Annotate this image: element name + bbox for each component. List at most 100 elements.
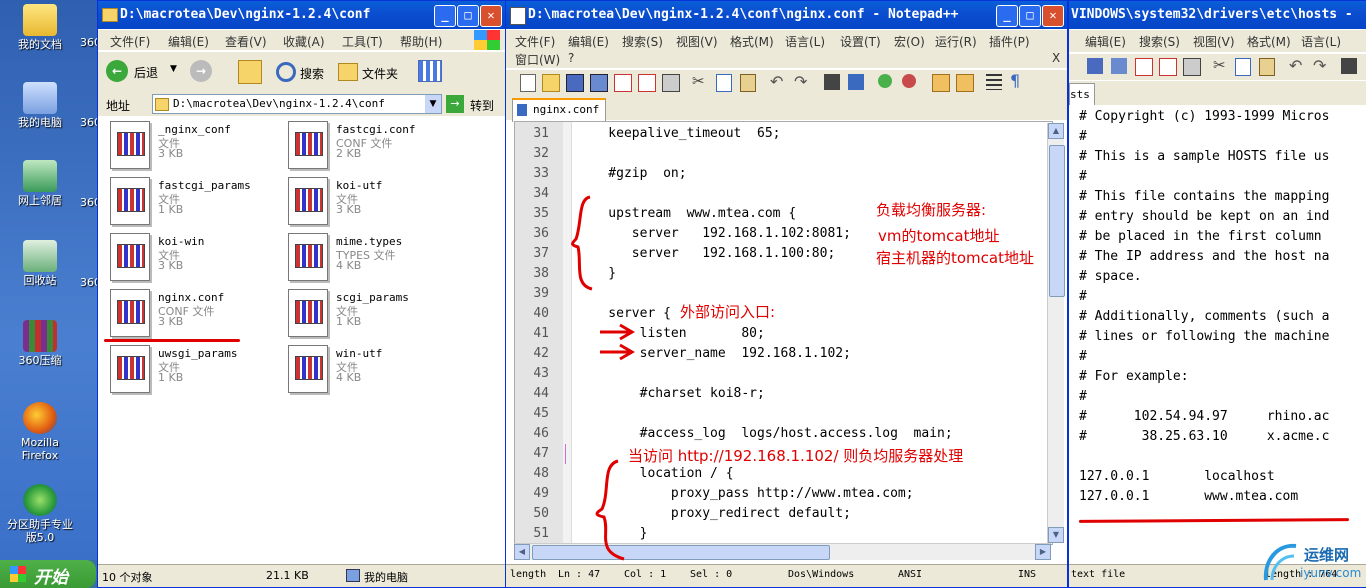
file-item[interactable]: fastcgi.conf CONF 文件 2 KB [288, 121, 458, 173]
print-icon[interactable] [1183, 58, 1201, 76]
desktop-icon-my-documents[interactable]: 我的文档 [4, 4, 76, 51]
print-icon[interactable] [662, 74, 680, 92]
menu-language[interactable]: 语言(L) [785, 33, 825, 50]
menu-edit[interactable]: 编辑(E) [568, 33, 609, 50]
file-item[interactable]: mime.types TYPES 文件 4 KB [288, 233, 458, 285]
zoom-in-icon[interactable] [878, 74, 892, 88]
menu-format[interactable]: 格式(M) [730, 33, 774, 50]
menu-help[interactable]: 帮助(H) [400, 33, 442, 50]
menu-tools[interactable]: 工具(T) [342, 33, 383, 50]
close-icon[interactable]: ✕ [480, 5, 502, 27]
save-icon[interactable] [1087, 58, 1103, 74]
menu-search[interactable]: 搜索(S) [1139, 33, 1180, 50]
hosts-titlebar[interactable]: VINDOWS\system32\drivers\etc\hosts - [1069, 1, 1366, 29]
file-item[interactable]: nginx.conf CONF 文件 3 KB [110, 289, 280, 341]
redo-icon[interactable]: ↷ [1313, 56, 1326, 75]
desktop-icon-partition-assistant[interactable]: 分区助手专业版5.0 [4, 484, 76, 544]
menu-edit[interactable]: 编辑(E) [168, 33, 209, 50]
menu-favorites[interactable]: 收藏(A) [283, 33, 325, 50]
file-item[interactable]: win-utf 文件 4 KB [288, 345, 458, 397]
hosts-editor[interactable]: # Copyright (c) 1993-1999 Micros # # This … [1069, 105, 1366, 563]
menu-macro[interactable]: 宏(O) [894, 33, 925, 50]
go-button[interactable]: → 转到 [446, 94, 500, 114]
notepadpp-titlebar[interactable]: D:\macrotea\Dev\nginx-1.2.4\conf\nginx.c… [506, 1, 1067, 29]
views-icon[interactable] [418, 60, 442, 82]
menu-format[interactable]: 格式(M) [1247, 33, 1291, 50]
minimize-icon[interactable]: _ [996, 5, 1018, 27]
open-file-icon[interactable] [542, 74, 560, 92]
scroll-up-icon[interactable]: ▲ [1048, 123, 1064, 139]
cut-icon[interactable]: ✂ [1213, 56, 1226, 74]
paste-icon[interactable] [740, 74, 756, 92]
cut-icon[interactable]: ✂ [692, 72, 705, 90]
word-wrap-icon[interactable] [986, 74, 1002, 90]
tab-nginx-conf[interactable]: nginx.conf [512, 98, 606, 122]
close-all-icon[interactable] [1159, 58, 1177, 76]
undo-icon[interactable]: ↶ [1289, 56, 1302, 75]
desktop-icon-network[interactable]: 网上邻居 [4, 160, 76, 207]
scroll-down-icon[interactable]: ▼ [1048, 527, 1064, 543]
menu-settings[interactable]: 设置(T) [840, 33, 881, 50]
menu-edit[interactable]: 编辑(E) [1085, 33, 1126, 50]
address-input[interactable]: D:\macrotea\Dev\nginx-1.2.4\conf ▼ [152, 94, 442, 114]
undo-icon[interactable]: ↶ [770, 72, 783, 91]
sync-vertical-icon[interactable] [932, 74, 950, 92]
close-file-icon[interactable] [614, 74, 632, 92]
desktop-icon-my-computer[interactable]: 我的电脑 [4, 82, 76, 129]
file-item[interactable]: _nginx_conf 文件 3 KB [110, 121, 280, 173]
close-all-icon[interactable] [638, 74, 656, 92]
menu-help[interactable]: ? [568, 51, 574, 65]
copy-icon[interactable] [1235, 58, 1251, 76]
vertical-scrollbar[interactable]: ▲ ▼ [1047, 123, 1065, 543]
save-icon[interactable] [566, 74, 584, 92]
paste-icon[interactable] [1259, 58, 1275, 76]
close-icon[interactable]: ✕ [1042, 5, 1064, 27]
file-item[interactable]: fastcgi_params 文件 1 KB [110, 177, 280, 229]
search-button[interactable]: 搜索 [274, 59, 332, 85]
menu-window[interactable]: 窗口(W) [515, 51, 560, 68]
file-item[interactable]: koi-utf 文件 3 KB [288, 177, 458, 229]
menu-view[interactable]: 视图(V) [676, 33, 718, 50]
folders-button[interactable]: 文件夹 [336, 59, 406, 85]
scroll-left-icon[interactable]: ◀ [514, 544, 530, 560]
sync-horizontal-icon[interactable] [956, 74, 974, 92]
menu-file[interactable]: 文件(F) [515, 33, 555, 50]
redo-icon[interactable]: ↷ [794, 72, 807, 91]
back-button[interactable]: ← 后退 ▼ [106, 59, 186, 85]
menu-file[interactable]: 文件(F) [110, 33, 150, 50]
menu-run[interactable]: 运行(R) [935, 33, 977, 50]
save-all-icon[interactable] [1111, 58, 1127, 74]
close-file-icon[interactable] [1135, 58, 1153, 76]
start-button[interactable]: 开始 [0, 560, 96, 588]
maximize-icon[interactable]: □ [457, 5, 479, 27]
menu-search[interactable]: 搜索(S) [622, 33, 663, 50]
scroll-thumb[interactable] [1049, 145, 1065, 297]
close-document-icon[interactable]: X [1052, 51, 1060, 65]
chevron-down-icon[interactable]: ▼ [425, 95, 441, 113]
desktop-icon-firefox[interactable]: Mozilla Firefox [4, 402, 76, 462]
explorer-titlebar[interactable]: D:\macrotea\Dev\nginx-1.2.4\conf _ □ ✕ [98, 1, 505, 29]
forward-arrow-icon[interactable]: → [190, 60, 212, 82]
file-item[interactable]: uwsgi_params 文件 1 KB [110, 345, 280, 397]
save-all-icon[interactable] [590, 74, 608, 92]
tab-hosts[interactable]: sts [1069, 83, 1095, 106]
maximize-icon[interactable]: □ [1019, 5, 1041, 27]
find-icon[interactable] [824, 74, 840, 90]
replace-icon[interactable] [848, 74, 864, 90]
up-folder-icon[interactable] [238, 60, 262, 84]
desktop-icon-360zip[interactable]: 360压缩 [4, 320, 76, 367]
menu-plugins[interactable]: 插件(P) [989, 33, 1030, 50]
desktop-icon-recycle-bin[interactable]: 回收站 [4, 240, 76, 287]
file-item[interactable]: scgi_params 文件 1 KB [288, 289, 458, 341]
menu-view[interactable]: 查看(V) [225, 33, 267, 50]
menu-view[interactable]: 视图(V) [1193, 33, 1235, 50]
scroll-thumb[interactable] [532, 545, 830, 560]
find-icon[interactable] [1341, 58, 1357, 74]
minimize-icon[interactable]: _ [434, 5, 456, 27]
new-file-icon[interactable] [520, 74, 536, 92]
menu-language[interactable]: 语言(L) [1301, 33, 1341, 50]
zoom-out-icon[interactable] [902, 74, 916, 88]
scroll-right-icon[interactable]: ▶ [1035, 544, 1051, 560]
file-item[interactable]: koi-win 文件 3 KB [110, 233, 280, 285]
show-symbol-icon[interactable]: ¶ [1010, 71, 1020, 90]
